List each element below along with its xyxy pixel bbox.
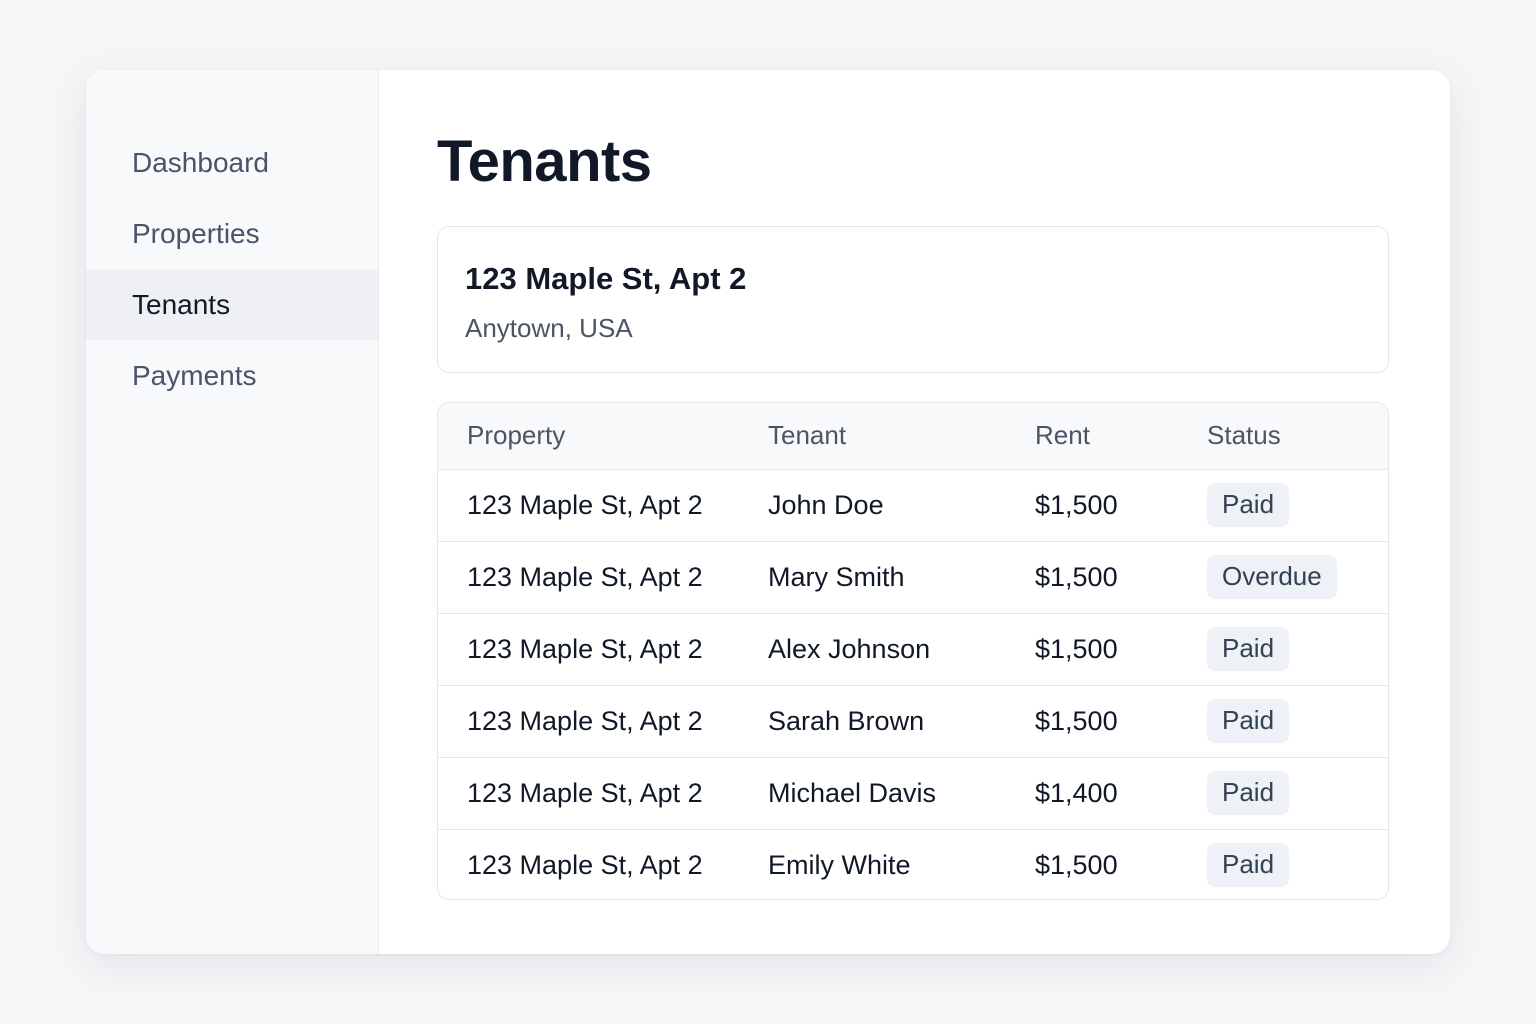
- cell-status: Paid: [1207, 756, 1388, 829]
- table-row[interactable]: 123 Maple St, Apt 2 Alex Johnson $1,500 …: [438, 612, 1388, 685]
- cell-property: 123 Maple St, Apt 2: [438, 756, 768, 829]
- cell-rent: $1,500: [1035, 489, 1118, 520]
- sidebar: Dashboard Properties Tenants Payments: [86, 70, 379, 954]
- cell-tenant: Emily White: [768, 828, 1035, 899]
- table-row[interactable]: 123 Maple St, Apt 2 Emily White $1,500 P…: [438, 828, 1388, 899]
- table-header-row: Property Tenant Rent Status: [438, 403, 1388, 470]
- cell-property: 123 Maple St, Apt 2: [438, 612, 768, 685]
- cell-property: 123 Maple St, Apt 2: [438, 828, 768, 899]
- property-card: 123 Maple St, Apt 2 Anytown, USA: [437, 226, 1389, 373]
- cell-status: Paid: [1207, 828, 1388, 899]
- property-location: Anytown, USA: [465, 313, 633, 343]
- cell-tenant: Sarah Brown: [768, 684, 1035, 757]
- status-badge: Paid: [1207, 771, 1290, 815]
- column-header-property[interactable]: Property: [438, 403, 768, 470]
- column-header-tenant[interactable]: Tenant: [768, 403, 1035, 470]
- column-header-status[interactable]: Status: [1207, 403, 1388, 470]
- tenants-table: Property Tenant Rent Status 123 Maple St…: [437, 402, 1389, 900]
- cell-rent: $1,400: [1035, 756, 1207, 829]
- sidebar-item-payments[interactable]: Payments: [86, 341, 378, 411]
- cell-property: 123 Maple St, Apt 2: [438, 684, 768, 757]
- cell-rent: $1,500: [1035, 612, 1207, 685]
- table-row[interactable]: 123 Maple St, Apt 2 Michael Davis $1,400…: [438, 756, 1388, 829]
- table-row[interactable]: 123 Maple St, Apt 2 Mary Smith $1,500 Ov…: [438, 540, 1388, 613]
- cell-property: 123 Maple St, Apt 2: [467, 489, 703, 520]
- cell-tenant: John Doe: [768, 489, 884, 520]
- column-header-rent[interactable]: Rent: [1035, 403, 1207, 470]
- cell-property: 123 Maple St, Apt 2: [438, 540, 768, 613]
- cell-status: Paid: [1207, 684, 1388, 757]
- cell-tenant: Mary Smith: [768, 540, 1035, 613]
- page-title: Tenants: [437, 129, 652, 194]
- cell-rent: $1,500: [1035, 828, 1207, 899]
- main-content: Tenants 123 Maple St, Apt 2 Anytown, USA…: [379, 70, 1450, 954]
- app-window: Dashboard Properties Tenants Payments Te…: [86, 70, 1450, 954]
- sidebar-item-dashboard[interactable]: Dashboard: [86, 128, 378, 198]
- sidebar-item-properties[interactable]: Properties: [86, 199, 378, 269]
- status-badge: Paid: [1207, 843, 1290, 888]
- property-name: 123 Maple St, Apt 2: [465, 261, 747, 296]
- table-row[interactable]: 123 Maple St, Apt 2 John Doe $1,500 Paid: [438, 469, 1388, 541]
- cell-tenant: Michael Davis: [768, 756, 1035, 829]
- cell-status: Paid: [1207, 612, 1388, 685]
- cell-status: Overdue: [1207, 540, 1388, 613]
- cell-rent: $1,500: [1035, 684, 1207, 757]
- status-badge: Paid: [1207, 627, 1290, 671]
- table-row[interactable]: 123 Maple St, Apt 2 Sarah Brown $1,500 P…: [438, 684, 1388, 757]
- status-badge: Paid: [1207, 483, 1290, 527]
- cell-tenant: Alex Johnson: [768, 612, 1035, 685]
- cell-rent: $1,500: [1035, 540, 1207, 613]
- sidebar-item-tenants[interactable]: Tenants: [86, 270, 378, 340]
- status-badge: Paid: [1207, 699, 1290, 743]
- status-badge: Overdue: [1207, 555, 1337, 599]
- cell-status: Paid: [1207, 469, 1388, 541]
